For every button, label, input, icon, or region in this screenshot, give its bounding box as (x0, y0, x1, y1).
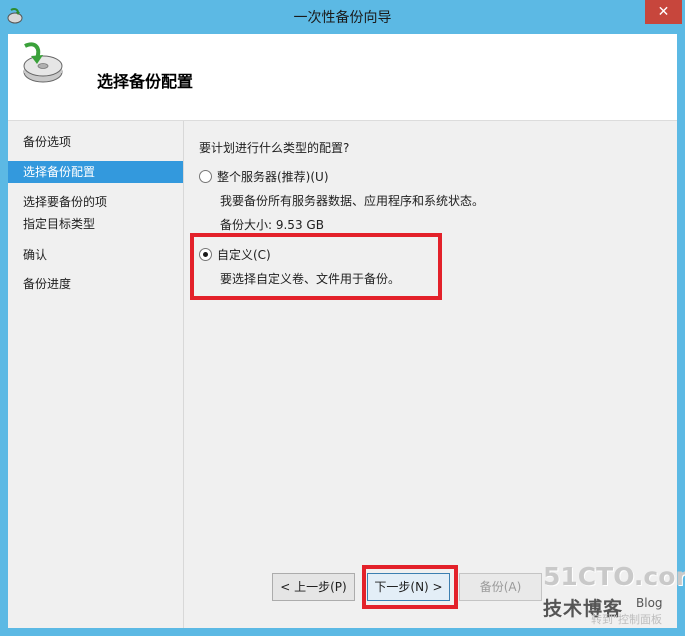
nav-item-select-items[interactable]: 选择要备份的项 (8, 191, 183, 213)
full-server-radio[interactable] (199, 170, 212, 183)
window-title: 一次性备份向导 (293, 10, 392, 26)
nav-item-label: 确认 (23, 248, 48, 262)
nav-item-label: 备份选项 (23, 135, 72, 149)
title-bar: 一次性备份向导 ✕ (0, 0, 685, 34)
wizard-header: 选择备份配置 (8, 34, 677, 121)
full-server-description: 我要备份所有服务器数据、应用程序和系统状态。 (220, 194, 485, 208)
previous-button[interactable]: < 上一步(P) (272, 573, 355, 601)
backup-size-text: 备份大小: 9.53 GB (220, 218, 324, 232)
nav-item-backup-options[interactable]: 备份选项 (8, 131, 183, 153)
wizard-body: 备份选项 选择备份配置 选择要备份的项 指定目标类型 确认 备份进度 要计划进行… (8, 121, 677, 628)
wizard-window: 一次性备份向导 ✕ 选择备份配置 备份选项 选择备份配置 选择要备份的项 指定目… (0, 0, 685, 636)
page-title: 选择备份配置 (97, 72, 194, 91)
nav-item-label: 指定目标类型 (23, 217, 96, 231)
full-server-label[interactable]: 整个服务器(推荐)(U) (217, 168, 329, 185)
nav-item-label: 选择备份配置 (23, 165, 96, 179)
custom-option-highlight (190, 233, 442, 300)
custom-label[interactable]: 自定义(C) (217, 246, 271, 263)
custom-radio[interactable] (199, 248, 212, 261)
custom-description: 要选择自定义卷、文件用于备份。 (220, 272, 401, 286)
nav-item-label: 备份进度 (23, 277, 72, 291)
wizard-steps-nav: 备份选项 选择备份配置 选择要备份的项 指定目标类型 确认 备份进度 (8, 121, 184, 628)
nav-item-confirmation[interactable]: 确认 (8, 244, 183, 266)
backup-disk-icon (23, 42, 63, 83)
nav-item-label: 选择要备份的项 (23, 195, 108, 209)
close-button[interactable]: ✕ (645, 0, 682, 24)
close-icon: ✕ (657, 4, 670, 20)
wizard-client-area: 选择备份配置 备份选项 选择备份配置 选择要备份的项 指定目标类型 确认 备份进… (8, 34, 677, 628)
nav-item-select-configuration[interactable]: 选择备份配置 (8, 161, 183, 183)
nav-item-backup-progress[interactable]: 备份进度 (8, 273, 183, 295)
next-button[interactable]: 下一步(N) > (367, 573, 450, 601)
wizard-content: 要计划进行什么类型的配置? 整个服务器(推荐)(U) 我要备份所有服务器数据、应… (185, 121, 677, 628)
nav-item-destination-type[interactable]: 指定目标类型 (8, 213, 183, 235)
backup-button[interactable]: 备份(A) (459, 573, 542, 601)
configuration-question: 要计划进行什么类型的配置? (199, 141, 350, 155)
